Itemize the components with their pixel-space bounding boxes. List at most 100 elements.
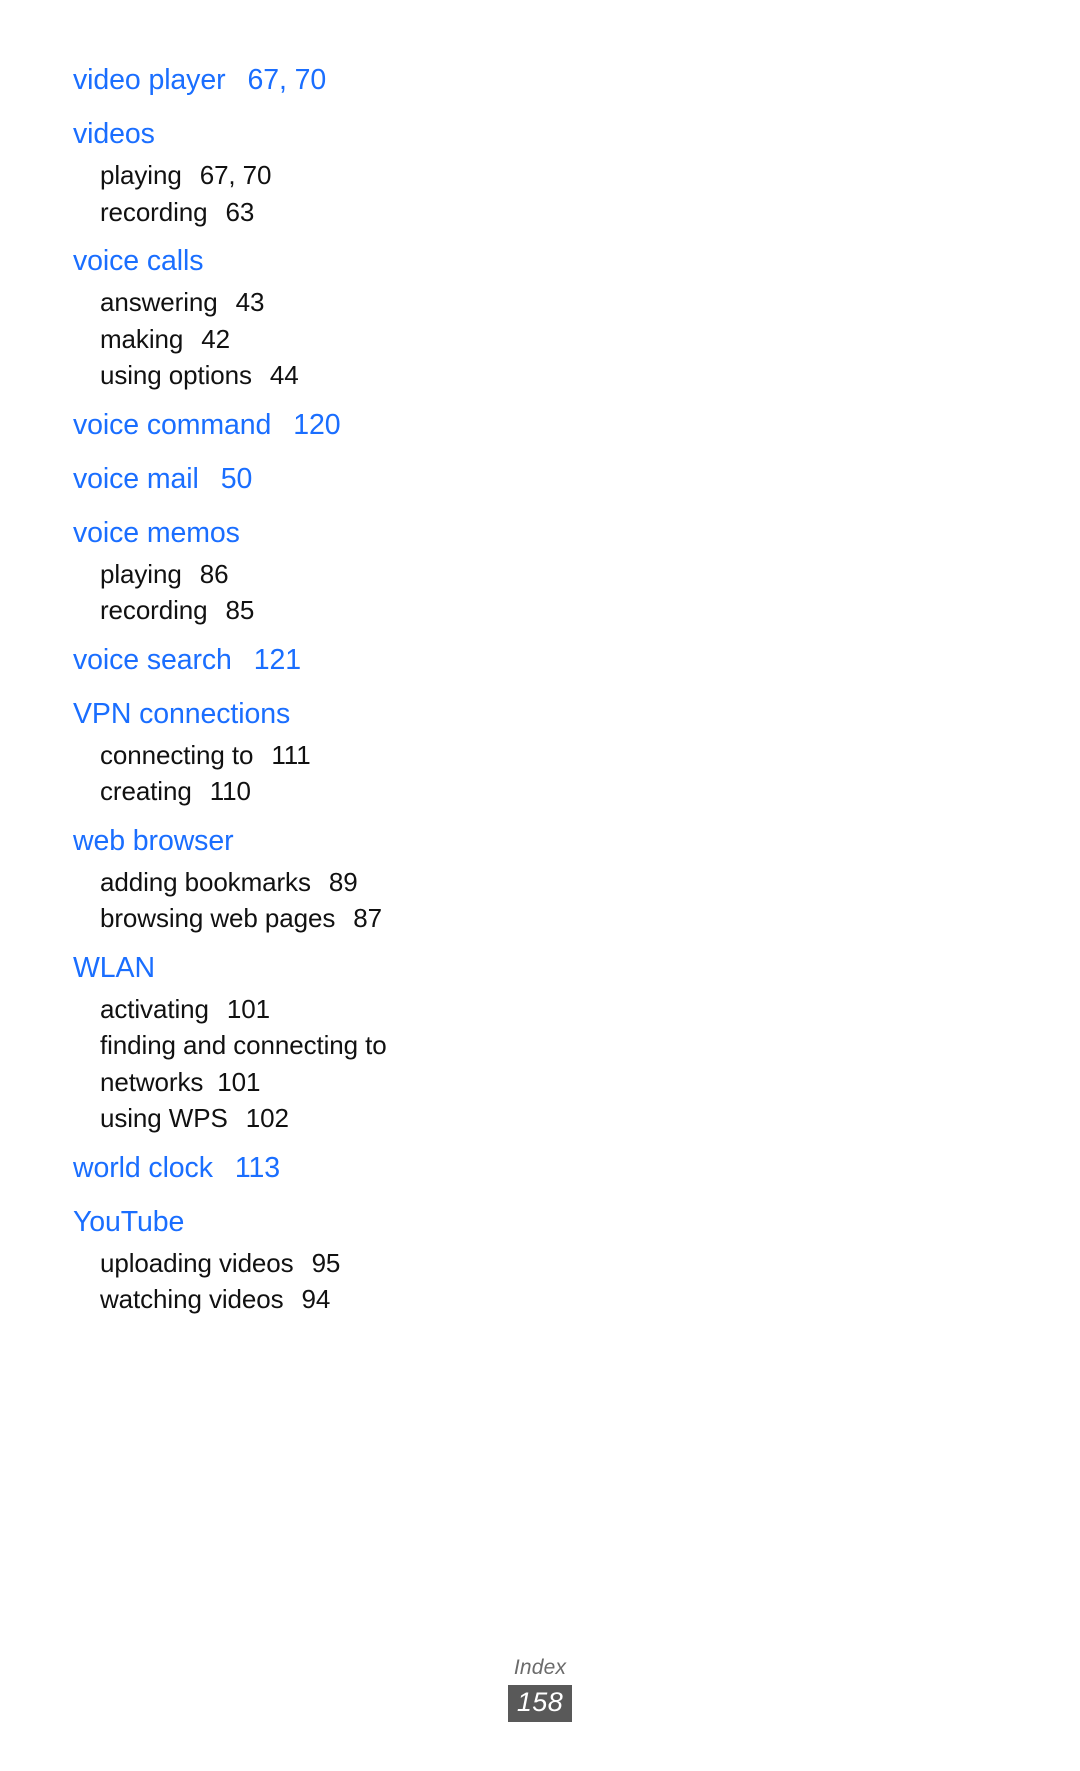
index-entry-group: world clock 113 [73, 1146, 493, 1191]
index-heading-term: web browser [73, 824, 234, 857]
index-subentry[interactable]: watching videos 94 [100, 1281, 493, 1318]
index-entry-group: video player 67, 70 [73, 58, 493, 103]
index-subentry-label: using options [100, 360, 252, 390]
index-subentry-label: uploading videos [100, 1247, 294, 1278]
index-subentry-page: 86 [199, 558, 229, 589]
index-subentry-label: using WPS [100, 1103, 228, 1133]
index-subentry-label: playing [100, 160, 182, 190]
index-subentry[interactable]: playing 86 [100, 556, 493, 593]
index-subentry-label: answering [100, 287, 218, 317]
index-subentry-label: recording [100, 196, 208, 227]
index-subentry[interactable]: activating 101 [100, 991, 493, 1028]
index-subentry[interactable]: playing 67, 70 [100, 157, 493, 194]
index-subentry-page: 110 [209, 776, 251, 806]
index-heading[interactable]: voice calls [73, 239, 493, 284]
index-heading[interactable]: voice search 121 [73, 638, 493, 683]
index-subentry-page: 101 [226, 993, 270, 1024]
index-heading[interactable]: video player 67, 70 [73, 58, 493, 103]
index-heading-term: WLAN [73, 951, 155, 984]
index-subentry-page: 95 [311, 1247, 341, 1278]
index-page: video player 67, 70 videos playing 67, 70 … [0, 0, 1080, 1771]
index-heading-page: 113 [234, 1151, 280, 1184]
index-heading[interactable]: web browser [73, 819, 493, 864]
index-subentry-label: making [100, 323, 184, 354]
index-subentry-page: 63 [225, 196, 255, 227]
index-heading-term: voice command [73, 408, 272, 441]
index-heading-term: videos [73, 118, 155, 150]
index-entry-group: voice search 121 [73, 638, 493, 683]
index-subentry-label: playing [100, 558, 182, 589]
index-heading[interactable]: voice command 120 [73, 403, 493, 448]
index-subentry[interactable]: browsing web pages 87 [100, 900, 493, 937]
index-entry-group: voice command 120 [73, 403, 493, 448]
index-heading-page: 50 [220, 462, 253, 495]
index-entry-group: videos playing 67, 70 recording 63 [73, 112, 493, 230]
index-subentry-page: 102 [245, 1103, 289, 1133]
footer-section-label: Index [513, 1656, 567, 1679]
index-heading-term: voice calls [73, 245, 204, 277]
index-heading[interactable]: WLAN [73, 946, 493, 991]
index-heading-term: voice mail [73, 462, 199, 495]
index-entry-group: voice calls answering 43 making 42 using o… [73, 239, 493, 394]
index-subentry-label: watching videos [100, 1284, 284, 1314]
index-subentry-page: 42 [201, 323, 230, 354]
index-heading[interactable]: voice memos [73, 511, 493, 556]
index-subentry-label: activating [100, 993, 209, 1024]
index-subentry-page: 44 [269, 360, 299, 390]
index-heading[interactable]: videos [73, 112, 493, 157]
index-heading-term: video player [73, 64, 226, 96]
index-subentry-label: recording [100, 595, 208, 625]
index-heading-page: 120 [293, 408, 341, 441]
index-heading-term: VPN connections [73, 697, 291, 730]
index-subentry[interactable]: connecting to 111 [100, 737, 493, 774]
index-heading-term: voice search [73, 643, 232, 676]
index-subentry-label: browsing web pages [100, 903, 336, 933]
index-heading[interactable]: voice mail 50 [73, 457, 493, 502]
index-heading-term: YouTube [73, 1205, 185, 1238]
index-entry-group: WLAN activating 101 finding and connectin… [73, 946, 493, 1137]
index-entry-group: YouTube uploading videos 95 watching vide… [73, 1200, 493, 1318]
index-entry-group: VPN connections connecting to 111 creatin… [73, 692, 493, 810]
index-subentry-page: 85 [225, 595, 255, 625]
index-subentry-page: 89 [328, 866, 358, 897]
index-subentry[interactable]: creating 110 [100, 773, 493, 810]
index-subentry[interactable]: uploading videos 95 [100, 1245, 493, 1282]
index-subentry[interactable]: recording 85 [100, 592, 493, 629]
index-subentry[interactable]: making 42 [100, 321, 493, 358]
index-heading-term: world clock [73, 1151, 213, 1184]
index-subentry-label: adding bookmarks [100, 866, 311, 897]
index-subentry[interactable]: using options 44 [100, 357, 493, 394]
index-heading[interactable]: VPN connections [73, 692, 493, 737]
index-subentry[interactable]: using WPS 102 [100, 1100, 493, 1137]
index-entry-group: web browser adding bookmarks 89 browsing … [73, 819, 493, 937]
index-entry-group: voice memos playing 86 recording 85 [73, 511, 493, 629]
index-heading[interactable]: world clock 113 [73, 1146, 493, 1191]
index-heading-page: 67, 70 [247, 64, 327, 96]
index-subentry-page: 111 [271, 739, 311, 770]
index-subentry[interactable]: recording 63 [100, 194, 493, 231]
index-subentry-page: 43 [235, 287, 265, 317]
index-subentry-label: connecting to [100, 739, 254, 770]
index-subentry[interactable]: adding bookmarks 89 [100, 864, 493, 901]
index-entry-list: video player 67, 70 videos playing 67, 70 … [73, 58, 493, 1318]
index-subentry[interactable]: finding and connecting to networks 101 [100, 1027, 470, 1100]
index-subentry-page: 67, 70 [199, 160, 272, 190]
index-heading[interactable]: YouTube [73, 1200, 493, 1245]
index-heading-term: voice memos [73, 516, 240, 549]
index-subentry-page: 94 [301, 1284, 331, 1314]
index-subentry-page: 101 [217, 1066, 261, 1097]
index-subentry-label: creating [100, 776, 192, 806]
index-entry-group: voice mail 50 [73, 457, 493, 502]
index-subentry[interactable]: answering 43 [100, 284, 493, 321]
page-footer: Index 158 [0, 1655, 1080, 1722]
